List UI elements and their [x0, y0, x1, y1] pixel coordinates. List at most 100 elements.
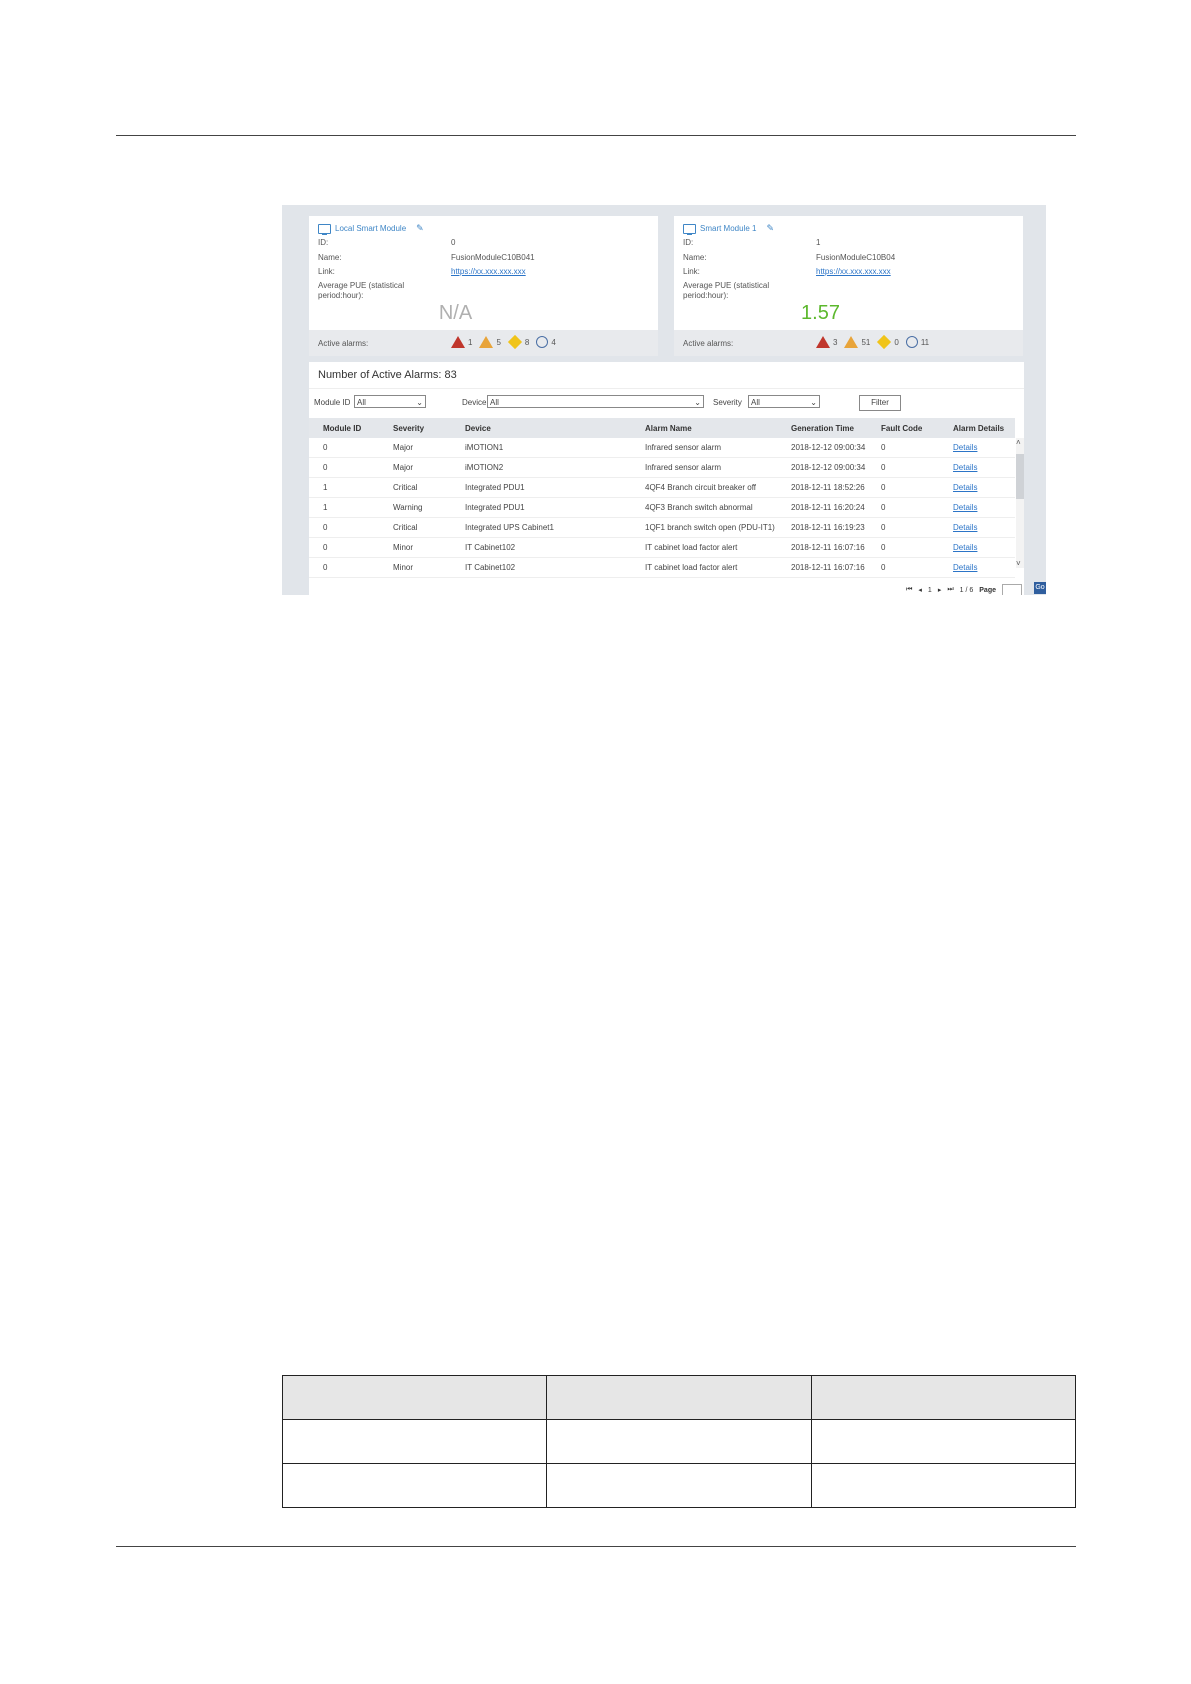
device-select-value: All [490, 398, 499, 407]
table-cell: Details [939, 517, 1015, 538]
alarms-heading: Number of Active Alarms: 83 [318, 369, 457, 381]
table-row[interactable]: 0 Minor IT Cabinet102 IT cabinet load facto… [309, 557, 1015, 578]
table-header-row: Module ID Severity Device Alarm Name Gen… [309, 418, 1015, 438]
active-alarms-label: Active alarms: [318, 339, 369, 348]
name-value: FusionModuleC10B041 [451, 253, 535, 262]
table-cell: 0 [309, 438, 379, 458]
first-page-icon[interactable]: ⏮ [906, 586, 912, 594]
table-cell: Details [939, 438, 1015, 458]
active-alarms-bar: Active alarms: 3 51 0 11 [674, 330, 1023, 356]
table-cell [546, 1419, 812, 1464]
edit-icon[interactable]: ✎ [766, 223, 774, 234]
table-cell [281, 1375, 548, 1420]
page-input[interactable] [1002, 584, 1022, 595]
monitor-icon [683, 223, 696, 235]
empty-table [281, 1375, 1077, 1508]
monitor-icon [318, 223, 331, 235]
name-value: FusionModuleC10B04 [816, 253, 896, 262]
table-cell [810, 1419, 1077, 1464]
table-row[interactable]: 1 Critical Integrated PDU1 4QF4 Branch circ… [309, 477, 1015, 498]
next-page-icon[interactable]: ▸ [938, 586, 942, 594]
details-link[interactable]: Details [953, 443, 977, 452]
col-module-id[interactable]: Module ID [309, 418, 379, 438]
name-label: Name: [683, 253, 707, 262]
table-cell: IT Cabinet102 [451, 537, 631, 558]
table-cell: 0 [867, 557, 939, 578]
id-label: ID: [683, 238, 694, 247]
module-title[interactable]: Local Smart Module ✎ [318, 223, 424, 235]
table-cell: 2018-12-11 16:07:16 [777, 557, 867, 578]
major-alarm-icon [479, 336, 494, 348]
details-link[interactable]: Details [953, 463, 977, 472]
details-link[interactable]: Details [953, 523, 977, 532]
table-cell: 2018-12-12 09:00:34 [777, 457, 867, 478]
table-cell [810, 1463, 1077, 1508]
table-cell: 0 [867, 517, 939, 538]
alarm-counts[interactable]: 1 5 8 4 [451, 334, 560, 350]
chevron-down-icon: ⌄ [694, 398, 701, 407]
details-link[interactable]: Details [953, 483, 977, 492]
edit-icon[interactable]: ✎ [416, 223, 424, 234]
screenshot-figure: Local Smart Module ✎ ID: 0 Name: FusionM… [282, 205, 1046, 595]
id-value: 0 [451, 238, 456, 247]
details-link[interactable]: Details [953, 543, 977, 552]
table-cell: 2018-12-11 18:52:26 [777, 477, 867, 498]
details-link[interactable]: Details [953, 503, 977, 512]
table-row[interactable]: 0 Major iMOTION1 Infrared sensor alarm 2018-… [309, 438, 1015, 458]
alarm-counts[interactable]: 3 51 0 11 [816, 334, 933, 350]
module-title[interactable]: Smart Module 1 ✎ [683, 223, 774, 235]
table-cell: IT cabinet load factor alert [631, 537, 777, 558]
pue-value: N/A [438, 302, 473, 324]
table-cell: Infrared sensor alarm [631, 438, 777, 458]
chevron-down-icon: ⌄ [810, 398, 817, 407]
col-alarm-name[interactable]: Alarm Name [631, 418, 777, 438]
table-cell: iMOTION1 [451, 438, 631, 458]
table-cell: Minor [379, 557, 451, 578]
pue-label: Average PUE (statistical [683, 281, 770, 290]
table-cell: 4QF4 Branch circuit breaker off [631, 477, 777, 498]
filter-button[interactable]: Filter [859, 395, 901, 411]
col-alarm-details[interactable]: Alarm Details [939, 418, 1015, 438]
critical-count: 1 [468, 337, 473, 347]
minor-alarm-icon [877, 334, 892, 350]
vertical-scrollbar[interactable]: ˄ ˅ [1016, 438, 1024, 568]
col-generation-time[interactable]: Generation Time [777, 418, 867, 438]
major-count: 5 [496, 337, 501, 347]
details-link[interactable]: Details [953, 563, 977, 572]
prev-page-icon[interactable]: ◂ [918, 586, 922, 594]
col-severity[interactable]: Severity [379, 418, 451, 438]
table-cell: 2018-12-11 16:19:23 [777, 517, 867, 538]
id-label: ID: [318, 238, 329, 247]
severity-select[interactable]: All ⌄ [748, 395, 820, 408]
table-cell: Major [379, 457, 451, 478]
table-cell: IT Cabinet102 [451, 557, 631, 578]
alarms-table: Module ID Severity Device Alarm Name Gen… [309, 418, 1015, 578]
last-page-icon[interactable]: ⏭ [947, 586, 953, 594]
module-id-select[interactable]: All ⌄ [354, 395, 426, 408]
critical-count: 3 [833, 337, 838, 347]
table-row[interactable]: 0 Minor IT Cabinet102 IT cabinet load facto… [309, 537, 1015, 558]
table-row [281, 1419, 1077, 1464]
go-button[interactable]: Go [1034, 582, 1046, 594]
pagination: ⏮ ◂ 1 ▸ ⏭ 1 / 6 Page Go [282, 581, 1046, 595]
table-row[interactable]: 0 Critical Integrated UPS Cabinet1 1QF1 bra… [309, 517, 1015, 538]
name-label: Name: [318, 253, 342, 262]
scrollbar-thumb[interactable] [1016, 454, 1024, 499]
chevron-down-icon[interactable]: ˅ [1016, 559, 1021, 568]
table-cell: Critical [379, 517, 451, 538]
severity-select-value: All [751, 398, 760, 407]
col-fault-code[interactable]: Fault Code [867, 418, 939, 438]
active-alarms-bar: Active alarms: 1 5 8 4 [309, 330, 658, 356]
link-value[interactable]: https://xx.xxx.xxx.xxx [816, 267, 891, 276]
critical-alarm-icon [451, 336, 465, 348]
link-value[interactable]: https://xx.xxx.xxx.xxx [451, 267, 526, 276]
table-cell: Details [939, 537, 1015, 558]
device-select[interactable]: All ⌄ [487, 395, 704, 408]
chevron-up-icon[interactable]: ˄ [1016, 438, 1021, 447]
major-alarm-icon [844, 336, 859, 348]
col-device[interactable]: Device [451, 418, 631, 438]
table-row[interactable]: 1 Warning Integrated PDU1 4QF3 Branch switc… [309, 497, 1015, 518]
module-id-label: Module ID [314, 398, 351, 407]
table-row[interactable]: 0 Major iMOTION2 Infrared sensor alarm 2018-… [309, 457, 1015, 478]
table-cell: Warning [379, 497, 451, 518]
